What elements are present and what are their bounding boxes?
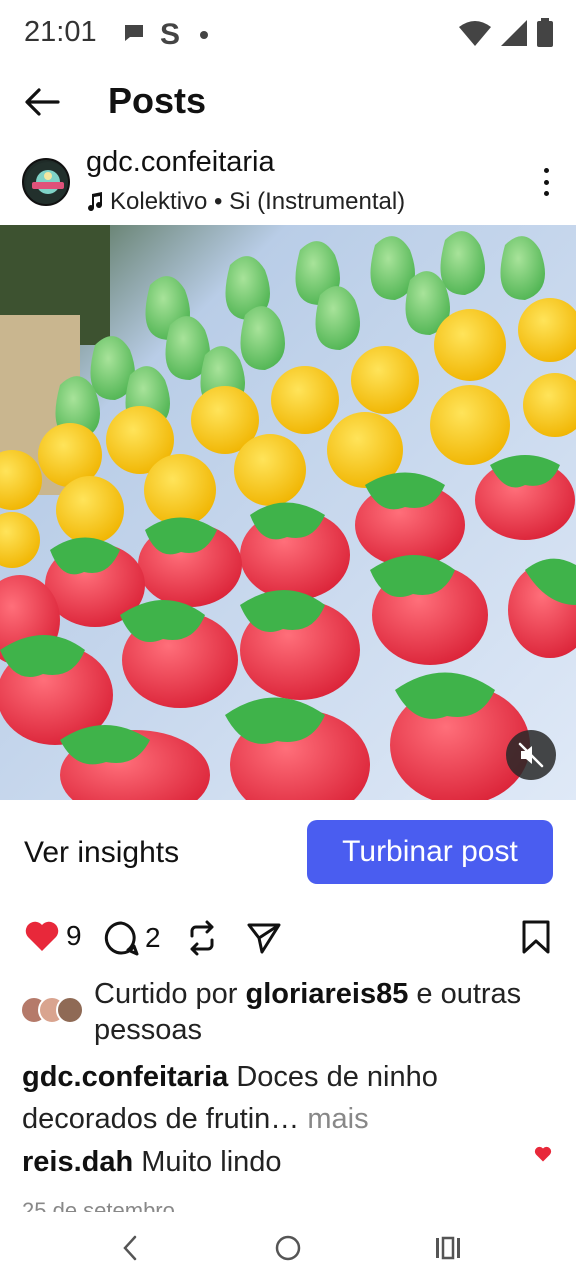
share-button[interactable] (246, 920, 282, 956)
heart-filled-icon (25, 921, 59, 951)
page-title: Posts (108, 80, 207, 121)
avatar[interactable] (22, 158, 70, 206)
avatar (56, 996, 84, 1024)
comment-preview[interactable]: reis.dah Muito lindo (22, 1146, 562, 1179)
likes-count: 9 (66, 920, 82, 951)
liked-by-prefix: Curtido por (94, 978, 246, 1010)
chat-bubble-icon (122, 21, 146, 50)
recents-icon (436, 1236, 460, 1260)
status-time: 21:01 (24, 16, 97, 48)
more-options-button[interactable] (536, 164, 556, 200)
circle-home-icon (275, 1235, 301, 1261)
mute-button[interactable] (506, 730, 556, 780)
comment-button[interactable]: 2 (103, 920, 161, 956)
liked-by-avatars (20, 996, 86, 1024)
more-dot (543, 179, 549, 185)
chevron-left-icon (123, 1235, 137, 1261)
battery-icon (536, 18, 554, 53)
send-icon (247, 923, 281, 954)
nav-recents-button[interactable] (428, 1228, 468, 1268)
post-media[interactable] (0, 225, 576, 800)
back-button[interactable] (20, 80, 64, 124)
nav-home-button[interactable] (268, 1228, 308, 1268)
signal-icon (500, 19, 528, 52)
caption-more-link[interactable]: mais (299, 1103, 368, 1135)
status-notification-icons: S (122, 18, 209, 52)
post-header: gdc.confeitaria Kolektivo • Si (Instrume… (0, 140, 576, 224)
cake-pops-photo (0, 225, 576, 800)
liked-by-text: Curtido por gloriareis85 e outras pessoa… (94, 976, 560, 1048)
dot-icon (200, 31, 209, 39)
wifi-icon (458, 19, 492, 52)
more-dot (543, 191, 549, 196)
bookmark-icon (522, 920, 550, 954)
music-note-icon (88, 192, 103, 212)
repost-icon (190, 920, 214, 956)
save-button[interactable] (522, 920, 550, 959)
status-bar: 21:01 S (0, 0, 576, 70)
post-caption: gdc.confeitaria Doces de ninho decorados… (22, 1056, 542, 1140)
post-date: 25 de setembro (22, 1198, 175, 1212)
post-actions-row: Ver insights Turbinar post (0, 820, 576, 884)
heart-filled-icon (534, 1146, 552, 1162)
system-nav-bar (0, 1212, 576, 1280)
app-header: Posts (0, 70, 576, 134)
nav-back-button[interactable] (110, 1228, 150, 1268)
arrow-left-icon (25, 88, 60, 116)
like-button[interactable]: 9 (24, 920, 82, 952)
volume-muted-icon (518, 742, 544, 768)
view-insights-link[interactable]: Ver insights (24, 836, 179, 870)
comment-username[interactable]: reis.dah (22, 1146, 133, 1178)
post-username[interactable]: gdc.confeitaria (86, 146, 275, 179)
liked-by[interactable]: Curtido por gloriareis85 e outras pessoa… (20, 976, 560, 1048)
skype-s-icon: S (160, 18, 181, 51)
status-system-icons (458, 18, 554, 53)
liked-by-user[interactable]: gloriareis85 (246, 978, 409, 1010)
comment-text: Muito lindo (133, 1146, 282, 1178)
boost-post-button[interactable]: Turbinar post (307, 820, 553, 884)
comment-like-button[interactable] (534, 1146, 552, 1167)
post-music[interactable]: Kolektivo • Si (Instrumental) (86, 188, 405, 216)
more-vertical-icon (543, 168, 549, 173)
music-label: Kolektivo • Si (Instrumental) (110, 188, 406, 215)
comment-icon (104, 921, 139, 956)
caption-username[interactable]: gdc.confeitaria (22, 1061, 228, 1093)
engagement-bar: 9 2 (0, 916, 576, 964)
repost-button[interactable] (186, 920, 218, 956)
comments-count: 2 (145, 922, 161, 953)
